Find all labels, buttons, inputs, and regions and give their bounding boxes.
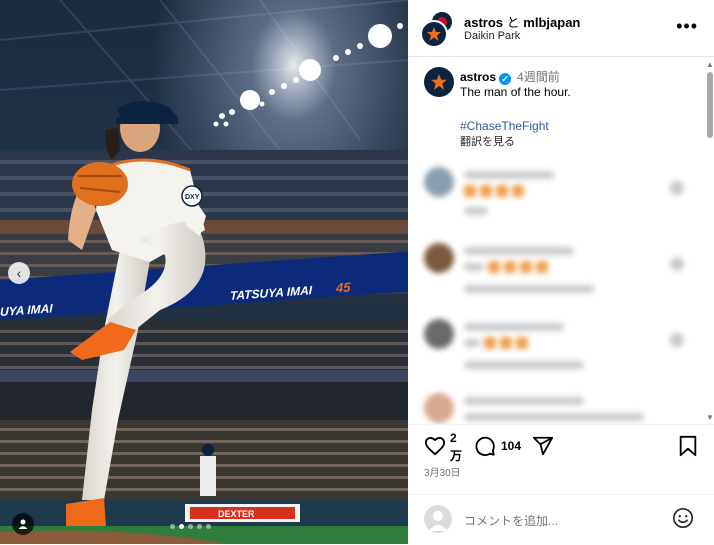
- tagged-users-button[interactable]: [12, 513, 34, 535]
- carousel-dot: [206, 524, 211, 529]
- previous-photo-button[interactable]: ‹: [8, 262, 30, 284]
- send-icon[interactable]: [532, 435, 554, 457]
- blurred-comment: [424, 167, 694, 227]
- default-avatar-icon: [429, 511, 447, 531]
- caption-username-link[interactable]: astros: [460, 70, 496, 84]
- carousel-dot: [197, 524, 202, 529]
- post-details-panel: astros と mlbjapan Daikin Park ••• astros…: [408, 0, 714, 544]
- post-header-title: astros と mlbjapan: [464, 12, 580, 31]
- header-connector: と: [506, 15, 520, 30]
- star-logo-icon: [427, 27, 441, 41]
- caption-avatar[interactable]: [424, 67, 454, 97]
- more-options-button[interactable]: •••: [676, 16, 698, 37]
- smiley-icon[interactable]: [672, 507, 694, 529]
- scrollbar-thumb[interactable]: [707, 72, 713, 138]
- carousel-dot: [170, 524, 175, 529]
- carousel-dots: [170, 524, 211, 529]
- add-comment-bar: コメントを追加...: [408, 494, 714, 545]
- person-icon: [18, 519, 28, 529]
- see-translation-link[interactable]: 翻訳を見る: [460, 133, 515, 149]
- like-count[interactable]: 2: [450, 431, 457, 445]
- hashtag-link[interactable]: #ChaseTheFight: [460, 119, 549, 133]
- blurred-comment: [424, 319, 694, 379]
- post-header: astros と mlbjapan Daikin Park •••: [408, 0, 714, 57]
- more-horizontal-icon: •••: [676, 16, 698, 36]
- header-collab-link[interactable]: mlbjapan: [523, 15, 580, 30]
- comments-list[interactable]: astros ✓ 4週間前 The man of the hour. #ChaseT…: [408, 57, 704, 424]
- header-username-link[interactable]: astros: [464, 15, 503, 30]
- blurred-comment: [424, 393, 694, 423]
- bookmark-icon[interactable]: [678, 435, 698, 457]
- post-date[interactable]: 3月30日: [424, 464, 461, 479]
- chevron-left-icon: ‹: [16, 265, 22, 281]
- add-comment-input[interactable]: コメントを追加...: [464, 512, 558, 529]
- blurred-comment: [424, 243, 694, 303]
- stadium-photo: TATSUYA IMAI UYA IMAI 45 DXY DEXTER: [0, 0, 408, 544]
- billboard-text: DEXTER: [218, 509, 255, 519]
- caption-header: astros ✓ 4週間前: [460, 68, 560, 85]
- avatar-astros[interactable]: [420, 20, 448, 48]
- verified-badge-icon: ✓: [499, 73, 512, 85]
- scroll-up-icon[interactable]: ▲: [706, 60, 714, 69]
- carousel-dot: [188, 524, 193, 529]
- scroll-down-icon[interactable]: ▼: [706, 413, 714, 422]
- post-location-link[interactable]: Daikin Park: [464, 30, 520, 42]
- post-photo[interactable]: TATSUYA IMAI UYA IMAI 45 DXY DEXTER ‹: [0, 0, 408, 544]
- carousel-dot-active: [179, 524, 184, 529]
- heart-icon[interactable]: [424, 435, 446, 457]
- comments-scrollbar[interactable]: ▲ ▼: [706, 60, 714, 422]
- comment-count[interactable]: 104: [501, 439, 521, 453]
- like-count-unit[interactable]: 万: [450, 447, 462, 464]
- comment-icon[interactable]: [474, 435, 496, 457]
- caption-text: The man of the hour.: [460, 85, 571, 99]
- caption-timestamp[interactable]: 4週間前: [517, 70, 560, 84]
- ribbon-number-text: 45: [335, 279, 351, 295]
- current-user-avatar: [424, 505, 452, 533]
- collab-avatars[interactable]: [420, 10, 454, 48]
- jersey-logo-text: DXY: [185, 194, 200, 201]
- star-logo-icon: [431, 74, 447, 90]
